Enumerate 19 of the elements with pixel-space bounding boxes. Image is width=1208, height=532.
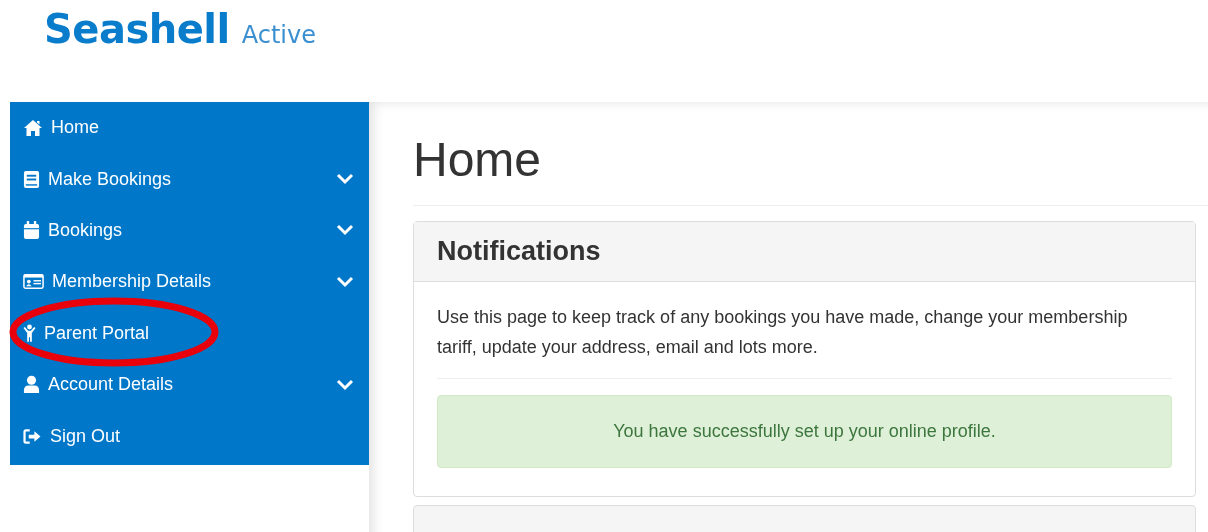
calendar-icon — [23, 220, 40, 240]
page-title: Home — [413, 132, 1208, 206]
sidebar-item[interactable]: Membership Details — [10, 256, 369, 308]
book-icon — [23, 169, 40, 189]
user-icon — [23, 375, 40, 395]
home-icon — [23, 118, 43, 137]
sidebar-item[interactable]: Account Details — [10, 358, 369, 411]
success-alert: You have successfully set up your online profile. — [437, 395, 1172, 468]
sidebar-item[interactable]: Bookings — [10, 204, 369, 257]
sidebar-item[interactable]: Make Bookings — [10, 153, 369, 205]
child-icon — [23, 323, 36, 343]
id-card-icon — [23, 274, 44, 290]
sidebar-item[interactable]: Sign Out — [10, 410, 369, 462]
sidebar-item[interactable]: Home — [10, 102, 369, 154]
sign-out-icon — [23, 428, 42, 444]
sidebar-item[interactable]: Parent Portal — [10, 307, 369, 359]
panel-text: Use this page to keep track of any bookings you have made, change your membership tariff, update your address, email and lots more. — [437, 302, 1172, 379]
logo[interactable]: Seashell Active — [44, 6, 316, 52]
panel-title: Notifications — [437, 236, 602, 267]
